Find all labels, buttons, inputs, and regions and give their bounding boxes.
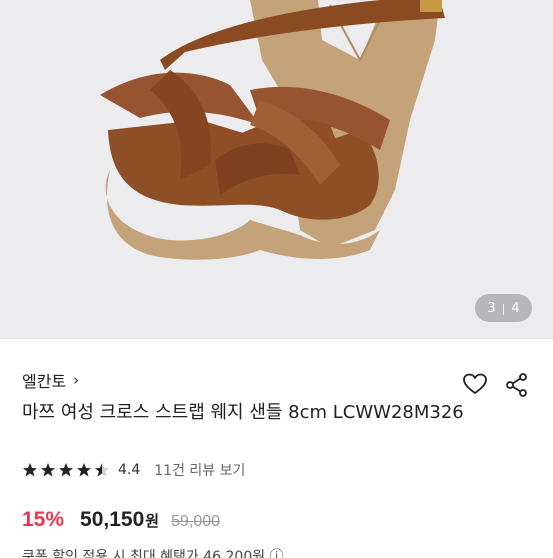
divider: [0, 338, 553, 339]
star-icon: [77, 463, 91, 477]
sale-price: 50,150원: [80, 508, 159, 532]
star-icon: [23, 463, 37, 477]
currency-unit: 원: [145, 512, 160, 530]
price-row: 15% 50,150원 59,000: [22, 508, 220, 532]
product-title: 마쯔 여성 크로스 스트랩 웨지 샌들 8cm LCWW28M326: [22, 402, 464, 423]
star-rating: [22, 462, 110, 478]
product-image-gallery[interactable]: 3 | 4: [0, 0, 553, 338]
product-image: [100, 0, 445, 260]
star-half-icon: [95, 463, 109, 477]
rating-row[interactable]: 4.4 11건 리뷰 보기: [22, 459, 245, 481]
pager-separator: |: [501, 301, 506, 315]
star-icon: [41, 463, 55, 477]
brand-name: 엘칸토: [22, 372, 67, 391]
sale-price-value: 50,150: [80, 508, 145, 531]
image-pager: 3 | 4: [475, 294, 532, 322]
coupon-benefit-line[interactable]: 쿠폰 할인 적용 시 최대 혜택가 46,200원 ⓘ: [22, 546, 542, 558]
rating-score: 4.4: [118, 462, 141, 478]
heart-icon[interactable]: [462, 372, 488, 396]
review-link[interactable]: 11건 리뷰 보기: [154, 460, 245, 480]
chevron-right-icon: ›: [73, 371, 80, 389]
discount-rate: 15%: [22, 508, 65, 531]
share-icon[interactable]: [504, 372, 530, 398]
pager-current: 3: [487, 300, 496, 316]
brand-link[interactable]: 엘칸토 ›: [22, 368, 79, 392]
star-icon: [59, 463, 73, 477]
original-price: 59,000: [171, 513, 221, 530]
pager-total: 4: [511, 300, 520, 316]
